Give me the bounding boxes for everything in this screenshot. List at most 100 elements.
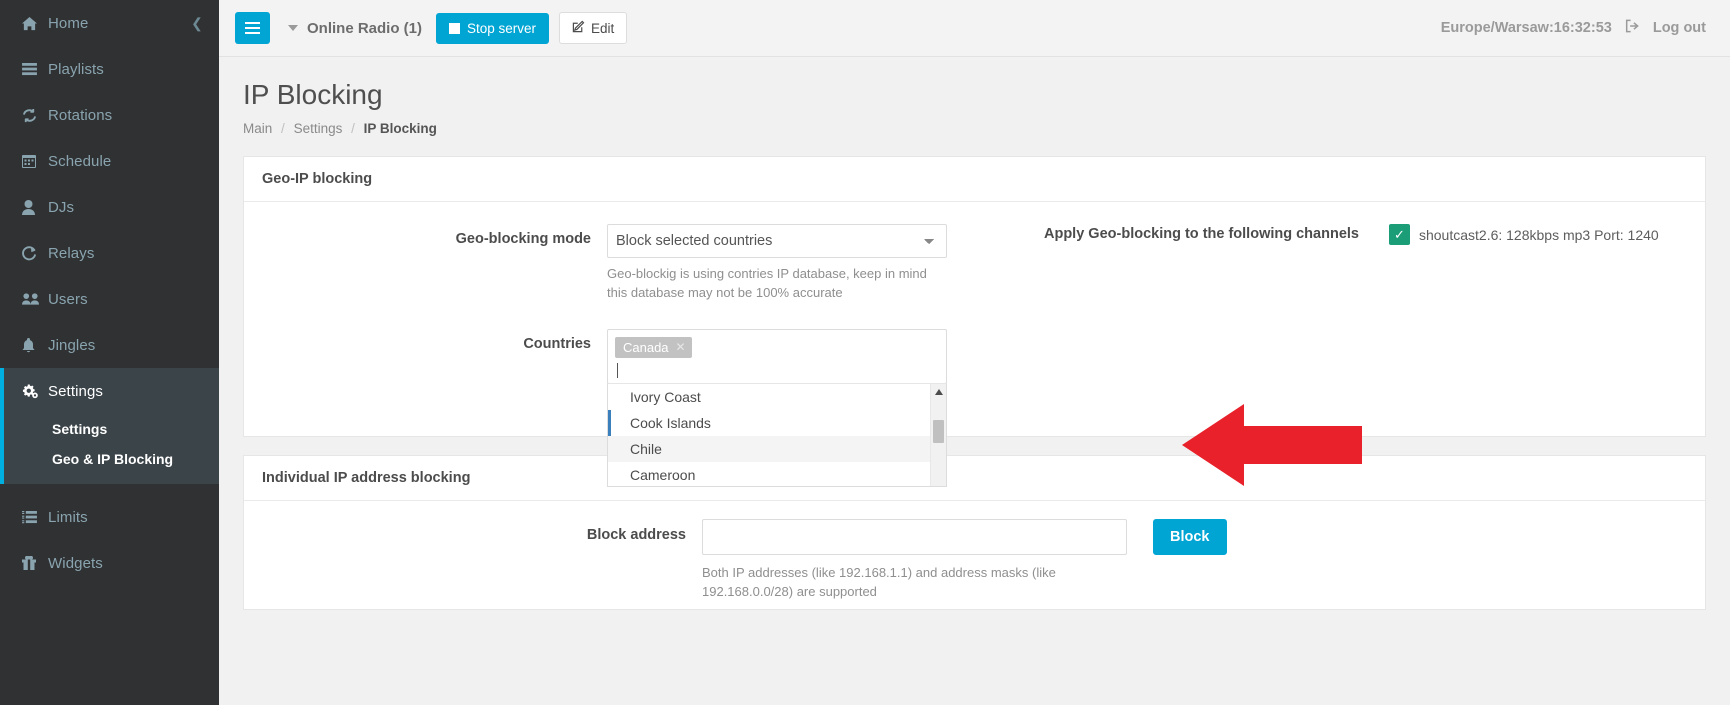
sidebar-item-djs[interactable]: DJs xyxy=(0,184,219,230)
station-name: Online Radio (1) xyxy=(307,20,422,37)
close-icon[interactable]: ✕ xyxy=(676,340,686,354)
sign-out-icon[interactable] xyxy=(1625,19,1640,37)
stop-server-label: Stop server xyxy=(467,21,536,36)
block-address-help: Both IP addresses (like 192.168.1.1) and… xyxy=(702,563,1122,602)
sidebar-item-limits[interactable]: Limits xyxy=(0,494,219,540)
block-address-label: Block address xyxy=(262,519,702,543)
hamburger-icon[interactable] xyxy=(235,12,270,44)
breadcrumb: Main / Settings / IP Blocking xyxy=(243,121,1706,136)
block-button[interactable]: Block xyxy=(1153,519,1227,555)
country-option-cook-islands[interactable]: Cook Islands xyxy=(608,410,946,436)
tasks-icon xyxy=(22,511,48,524)
stop-server-button[interactable]: Stop server xyxy=(436,13,549,44)
sidebar-item-label: Relays xyxy=(48,245,94,262)
block-address-field: Both IP addresses (like 192.168.1.1) and… xyxy=(702,519,1127,602)
text-caret xyxy=(617,363,618,378)
content-area: IP Blocking Main / Settings / IP Blockin… xyxy=(219,57,1730,705)
channel-checkbox-row[interactable]: ✓ shoutcast2.6: 128kbps mp3 Port: 1240 xyxy=(1389,224,1659,245)
ip-panel-heading: Individual IP address blocking xyxy=(244,456,1705,501)
hamburger-bars xyxy=(245,19,260,37)
geo-blocking-mode-field: Block selected countries Geo-blockig is … xyxy=(607,224,947,303)
sidebar-item-label: Playlists xyxy=(48,61,104,78)
user-icon xyxy=(22,200,48,215)
sidebar-submenu-settings: Settings Geo & IP Blocking xyxy=(0,414,219,484)
country-tag-label: Canada xyxy=(623,340,669,355)
gift-icon xyxy=(22,556,48,570)
sidebar-item-label: Rotations xyxy=(48,107,112,124)
sidebar-item-label: Limits xyxy=(48,509,88,526)
sidebar-item-label: Widgets xyxy=(48,555,103,572)
ip-panel-body: Block address Both IP addresses (like 19… xyxy=(244,501,1705,628)
gears-icon xyxy=(22,384,48,399)
caret-down-icon[interactable] xyxy=(288,25,298,31)
countries-row: Countries Canada ✕ xyxy=(262,329,1687,384)
breadcrumb-item-current: IP Blocking xyxy=(364,121,437,136)
sidebar-item-relays[interactable]: Relays xyxy=(0,230,219,276)
rotate-icon xyxy=(22,246,48,261)
topbar-right: Europe/Warsaw:16:32:53 Log out xyxy=(1441,19,1706,37)
sidebar-item-users[interactable]: Users xyxy=(0,276,219,322)
sidebar-item-playlists[interactable]: Playlists xyxy=(0,46,219,92)
geo-panel-heading: Geo-IP blocking xyxy=(244,157,1705,202)
app-root: Home ❮ Playlists Rotations Schedule xyxy=(0,0,1730,705)
sidebar-group-settings: Settings Settings Geo & IP Blocking xyxy=(0,368,219,484)
countries-dropdown-scrollbar[interactable] xyxy=(930,384,946,486)
page-title: IP Blocking xyxy=(243,79,1706,111)
calendar-icon xyxy=(22,154,48,169)
page-header: IP Blocking Main / Settings / IP Blockin… xyxy=(219,57,1730,136)
sidebar-item-label: DJs xyxy=(48,199,74,216)
country-tag-canada[interactable]: Canada ✕ xyxy=(615,337,692,358)
stop-square-icon xyxy=(449,23,460,34)
block-address-row: Block address Both IP addresses (like 19… xyxy=(262,519,1687,602)
sidebar-item-widgets[interactable]: Widgets xyxy=(0,540,219,586)
users-icon xyxy=(22,292,48,306)
countries-label: Countries xyxy=(262,329,607,352)
channels-label: Apply Geo-blocking to the following chan… xyxy=(1044,224,1359,242)
geo-ip-blocking-panel: Geo-IP blocking Geo-blocking mode Block … xyxy=(243,156,1706,437)
home-icon xyxy=(22,16,48,31)
refresh-icon xyxy=(22,108,48,123)
bell-icon xyxy=(22,338,48,353)
check-icon[interactable]: ✓ xyxy=(1389,224,1410,245)
breadcrumb-item-settings[interactable]: Settings xyxy=(294,121,343,136)
logout-button[interactable]: Log out xyxy=(1653,20,1706,36)
clock: Europe/Warsaw:16:32:53 xyxy=(1441,20,1612,36)
channels-block: Apply Geo-blocking to the following chan… xyxy=(1044,224,1659,245)
country-option-ivory-coast[interactable]: Ivory Coast xyxy=(608,384,946,410)
chevron-left-icon[interactable]: ❮ xyxy=(191,15,203,32)
breadcrumb-item-main[interactable]: Main xyxy=(243,121,272,136)
edit-label: Edit xyxy=(591,21,614,36)
breadcrumb-separator: / xyxy=(351,121,355,136)
countries-field: Canada ✕ Ivory Coast Cook Islands xyxy=(607,329,947,384)
main-column: Online Radio (1) Stop server Edit Europe… xyxy=(219,0,1730,705)
sidebar: Home ❮ Playlists Rotations Schedule xyxy=(0,0,219,705)
countries-dropdown[interactable]: Ivory Coast Cook Islands Chile Cameroon … xyxy=(607,383,947,487)
pencil-square-icon xyxy=(572,20,585,36)
geo-blocking-mode-label: Geo-blocking mode xyxy=(262,224,607,247)
breadcrumb-separator: / xyxy=(281,121,285,136)
scrollbar-thumb[interactable] xyxy=(933,420,944,443)
countries-multiselect[interactable]: Canada ✕ Ivory Coast Cook Islands xyxy=(607,329,947,384)
country-option-chile[interactable]: Chile xyxy=(608,436,946,462)
geo-panel-body: Geo-blocking mode Block selected countri… xyxy=(244,202,1705,436)
sidebar-item-settings[interactable]: Settings xyxy=(0,368,219,414)
countries-option-list: Ivory Coast Cook Islands Chile Cameroon … xyxy=(608,384,946,487)
edit-button[interactable]: Edit xyxy=(559,12,627,44)
geo-blocking-mode-select[interactable]: Block selected countries xyxy=(607,224,947,258)
sidebar-item-home[interactable]: Home ❮ xyxy=(0,0,219,46)
sidebar-item-schedule[interactable]: Schedule xyxy=(0,138,219,184)
list-icon xyxy=(22,63,48,76)
sidebar-item-rotations[interactable]: Rotations xyxy=(0,92,219,138)
sidebar-subitem-settings[interactable]: Settings xyxy=(0,414,219,444)
sidebar-item-label: Home xyxy=(48,15,88,32)
sidebar-item-label: Users xyxy=(48,291,88,308)
block-address-input[interactable] xyxy=(702,519,1127,555)
scroll-up-arrow-icon[interactable] xyxy=(935,389,943,395)
countries-search-input[interactable] xyxy=(615,358,939,383)
geo-blocking-mode-help: Geo-blockig is using contries IP databas… xyxy=(607,265,927,303)
sidebar-subitem-geo-ip-blocking[interactable]: Geo & IP Blocking xyxy=(0,444,219,474)
sidebar-item-label: Schedule xyxy=(48,153,111,170)
sidebar-item-jingles[interactable]: Jingles xyxy=(0,322,219,368)
country-option-cameroon[interactable]: Cameroon xyxy=(608,462,946,487)
individual-ip-blocking-panel: Individual IP address blocking Block add… xyxy=(243,455,1706,610)
